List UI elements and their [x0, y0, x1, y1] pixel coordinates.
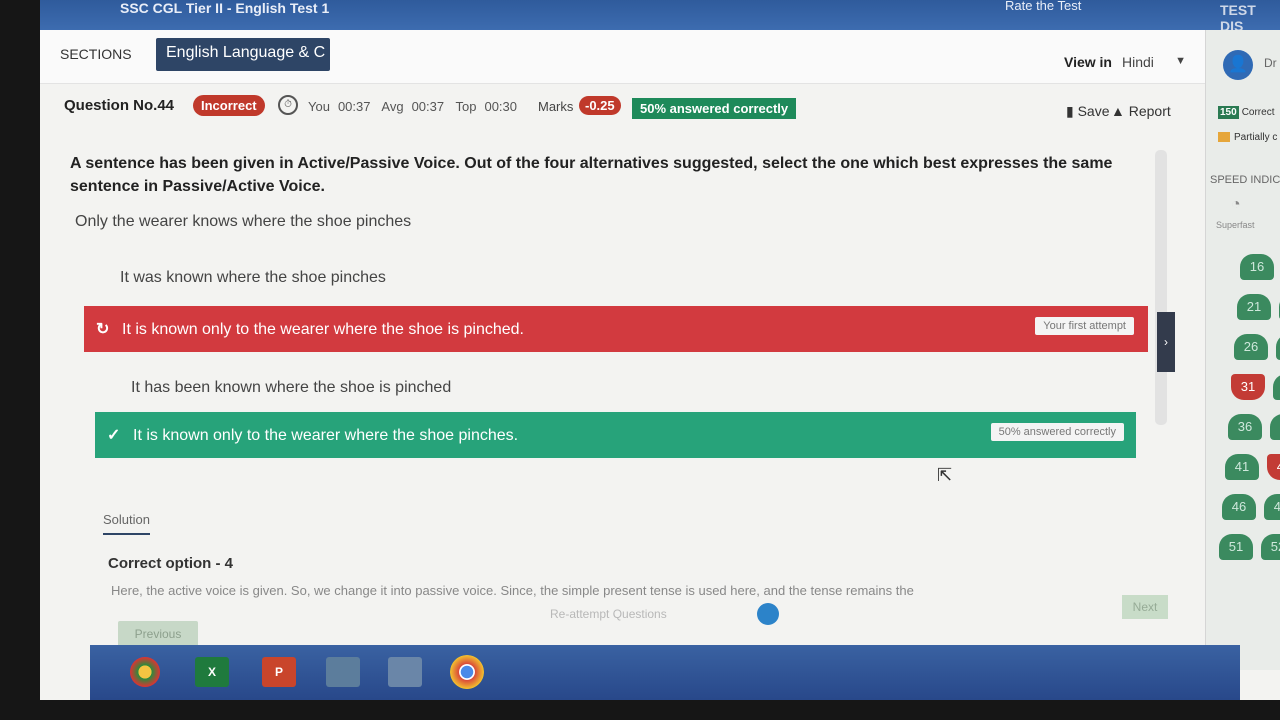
- question-palette-item[interactable]: 32: [1273, 374, 1280, 400]
- question-palette: 👤 Dr 150 Correct Partially c SPEED INDIC …: [1205, 30, 1280, 670]
- report-button[interactable]: ▲ Report: [1111, 103, 1171, 119]
- question-palette-item[interactable]: 47: [1264, 494, 1280, 520]
- language-select[interactable]: Hindi ▼: [1116, 48, 1186, 76]
- browser-screen: SSC CGL Tier II - English Test 1 Rate th…: [40, 0, 1280, 700]
- correct-option-label: Correct option - 4: [108, 555, 234, 572]
- question-palette-item[interactable]: 16: [1240, 254, 1274, 280]
- app-taskbar-icon-2[interactable]: [388, 657, 422, 687]
- top-label: Top: [455, 99, 477, 114]
- reattempt-link[interactable]: Re-attempt Questions: [550, 607, 667, 621]
- you-time: 00:37: [337, 99, 371, 114]
- warning-icon: ▲: [1111, 103, 1129, 119]
- report-label: Report: [1128, 103, 1171, 119]
- rate-test-link[interactable]: Rate the Test: [1005, 0, 1081, 13]
- timing-stats: You 00:37 Avg 00:37 Top 00:30: [308, 99, 525, 114]
- question-header: Question No.44 Incorrect ⏱ You 00:37 Avg 0…: [40, 84, 1205, 130]
- option-4[interactable]: ✓ It is known only to the wearer where th…: [95, 412, 1136, 458]
- option-2[interactable]: ↻ It is known only to the wearer where th…: [84, 306, 1148, 352]
- question-sentence: Only the wearer knows where the shoe pin…: [75, 213, 412, 230]
- app-taskbar-icon[interactable]: [326, 657, 360, 687]
- help-dot[interactable]: [757, 603, 779, 625]
- option-2-text: It is known only to the wearer where the…: [122, 321, 524, 338]
- user-icon[interactable]: 👤: [1223, 50, 1253, 80]
- correct-label: Correct: [1241, 107, 1275, 118]
- language-value: Hindi: [1122, 54, 1154, 70]
- question-text: A sentence has been given in Active/Pass…: [70, 155, 1113, 195]
- next-button[interactable]: Next: [1122, 595, 1168, 619]
- top-time: 00:30: [484, 99, 518, 114]
- marks-label: Marks: [538, 99, 574, 114]
- first-attempt-tag: Your first attempt: [1035, 317, 1134, 335]
- question-palette-item[interactable]: 37: [1270, 414, 1280, 440]
- monitor-frame: SSC CGL Tier II - English Test 1 Rate th…: [0, 0, 1280, 720]
- bookmark-icon: ▮: [1066, 103, 1078, 119]
- check-icon: ✓: [107, 427, 121, 444]
- answered-correctly-tag: 50% answered correctly: [990, 423, 1124, 441]
- question-palette-item[interactable]: 51: [1219, 534, 1253, 560]
- legend-partial: Partially c: [1218, 132, 1277, 143]
- answered-correctly-badge: 50% answered correctly: [632, 98, 797, 119]
- timer-icon: ⏱: [278, 95, 298, 115]
- speed-indicator-label: SPEED INDIC: [1210, 174, 1280, 186]
- question-palette-item[interactable]: 27: [1276, 334, 1280, 360]
- option-4-text: It is known only to the wearer where the…: [133, 427, 519, 444]
- powerpoint-taskbar-icon[interactable]: P: [262, 657, 296, 687]
- excel-taskbar-icon[interactable]: X: [195, 657, 229, 687]
- taskbar: X P: [90, 645, 1240, 700]
- retry-icon: ↻: [96, 321, 110, 338]
- title-bar: SSC CGL Tier II - English Test 1 Rate th…: [40, 0, 1280, 34]
- solution-tab[interactable]: Solution: [103, 512, 150, 535]
- tab-english-language[interactable]: English Language & C: [156, 38, 330, 71]
- question-palette-item[interactable]: 52: [1261, 534, 1280, 560]
- view-in-label: View in: [1064, 54, 1112, 70]
- option-3[interactable]: It has been known where the shoe is pinc…: [131, 379, 451, 397]
- question-number: Question No.44: [64, 97, 175, 114]
- save-button[interactable]: ▮ Save: [1066, 103, 1110, 120]
- speed-value: Superfast: [1216, 220, 1255, 230]
- question-palette-item[interactable]: 21: [1237, 294, 1271, 320]
- question-palette-item[interactable]: 42: [1267, 454, 1280, 480]
- user-name: Dr: [1264, 56, 1277, 70]
- partial-swatch: [1218, 132, 1230, 143]
- previous-button[interactable]: Previous: [118, 621, 198, 647]
- sections-bar: SECTIONS English Language & C View in Hi…: [40, 30, 1205, 84]
- save-label: Save: [1077, 103, 1110, 119]
- avg-label: Avg: [381, 99, 404, 114]
- correct-count: 150: [1218, 106, 1239, 119]
- question-palette-item[interactable]: 36: [1228, 414, 1262, 440]
- you-label: You: [308, 99, 330, 114]
- legend-correct: 150 Correct: [1218, 106, 1274, 119]
- question-palette-item[interactable]: 26: [1234, 334, 1268, 360]
- question-palette-item[interactable]: 46: [1222, 494, 1256, 520]
- partial-label: Partially c: [1234, 132, 1278, 143]
- option-1[interactable]: It was known where the shoe pinches: [120, 269, 386, 287]
- footer-bar: Previous Re-attempt Questions Next: [100, 595, 1200, 647]
- cursor-icon: ⇱: [937, 465, 953, 485]
- content-scrollbar[interactable]: [1155, 150, 1167, 425]
- question-palette-item[interactable]: 41: [1225, 454, 1259, 480]
- chrome-taskbar-icon[interactable]: [450, 655, 484, 689]
- test-title: SSC CGL Tier II - English Test 1: [120, 0, 330, 16]
- collapse-panel-button[interactable]: ›: [1157, 312, 1175, 372]
- marks-value: -0.25: [579, 96, 621, 115]
- browser-taskbar-icon[interactable]: [130, 657, 160, 687]
- avg-time: 00:37: [411, 99, 445, 114]
- sections-label: SECTIONS: [60, 46, 132, 62]
- gauge-icon: ◔: [1231, 196, 1241, 213]
- status-badge: Incorrect: [193, 95, 265, 116]
- question-palette-item[interactable]: 31: [1231, 374, 1265, 400]
- chevron-down-icon: ▼: [1175, 55, 1186, 67]
